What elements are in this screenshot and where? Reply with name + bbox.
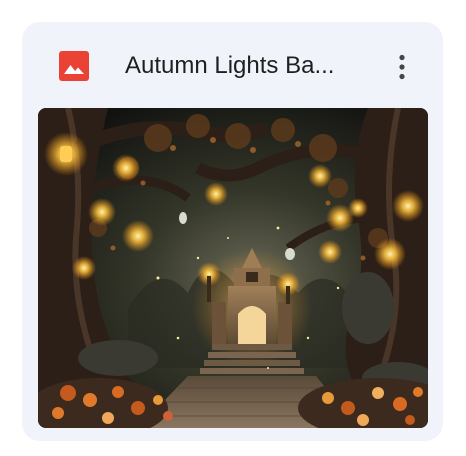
file-title: Autumn Lights Ba... [125,52,335,79]
file-card[interactable]: Autumn Lights Ba... [22,22,443,441]
more-vert-icon [399,54,405,80]
file-card-header: Autumn Lights Ba... [22,22,443,108]
image-thumbnail[interactable] [38,108,428,428]
image-file-icon [59,51,89,81]
more-options-button[interactable] [382,46,422,86]
